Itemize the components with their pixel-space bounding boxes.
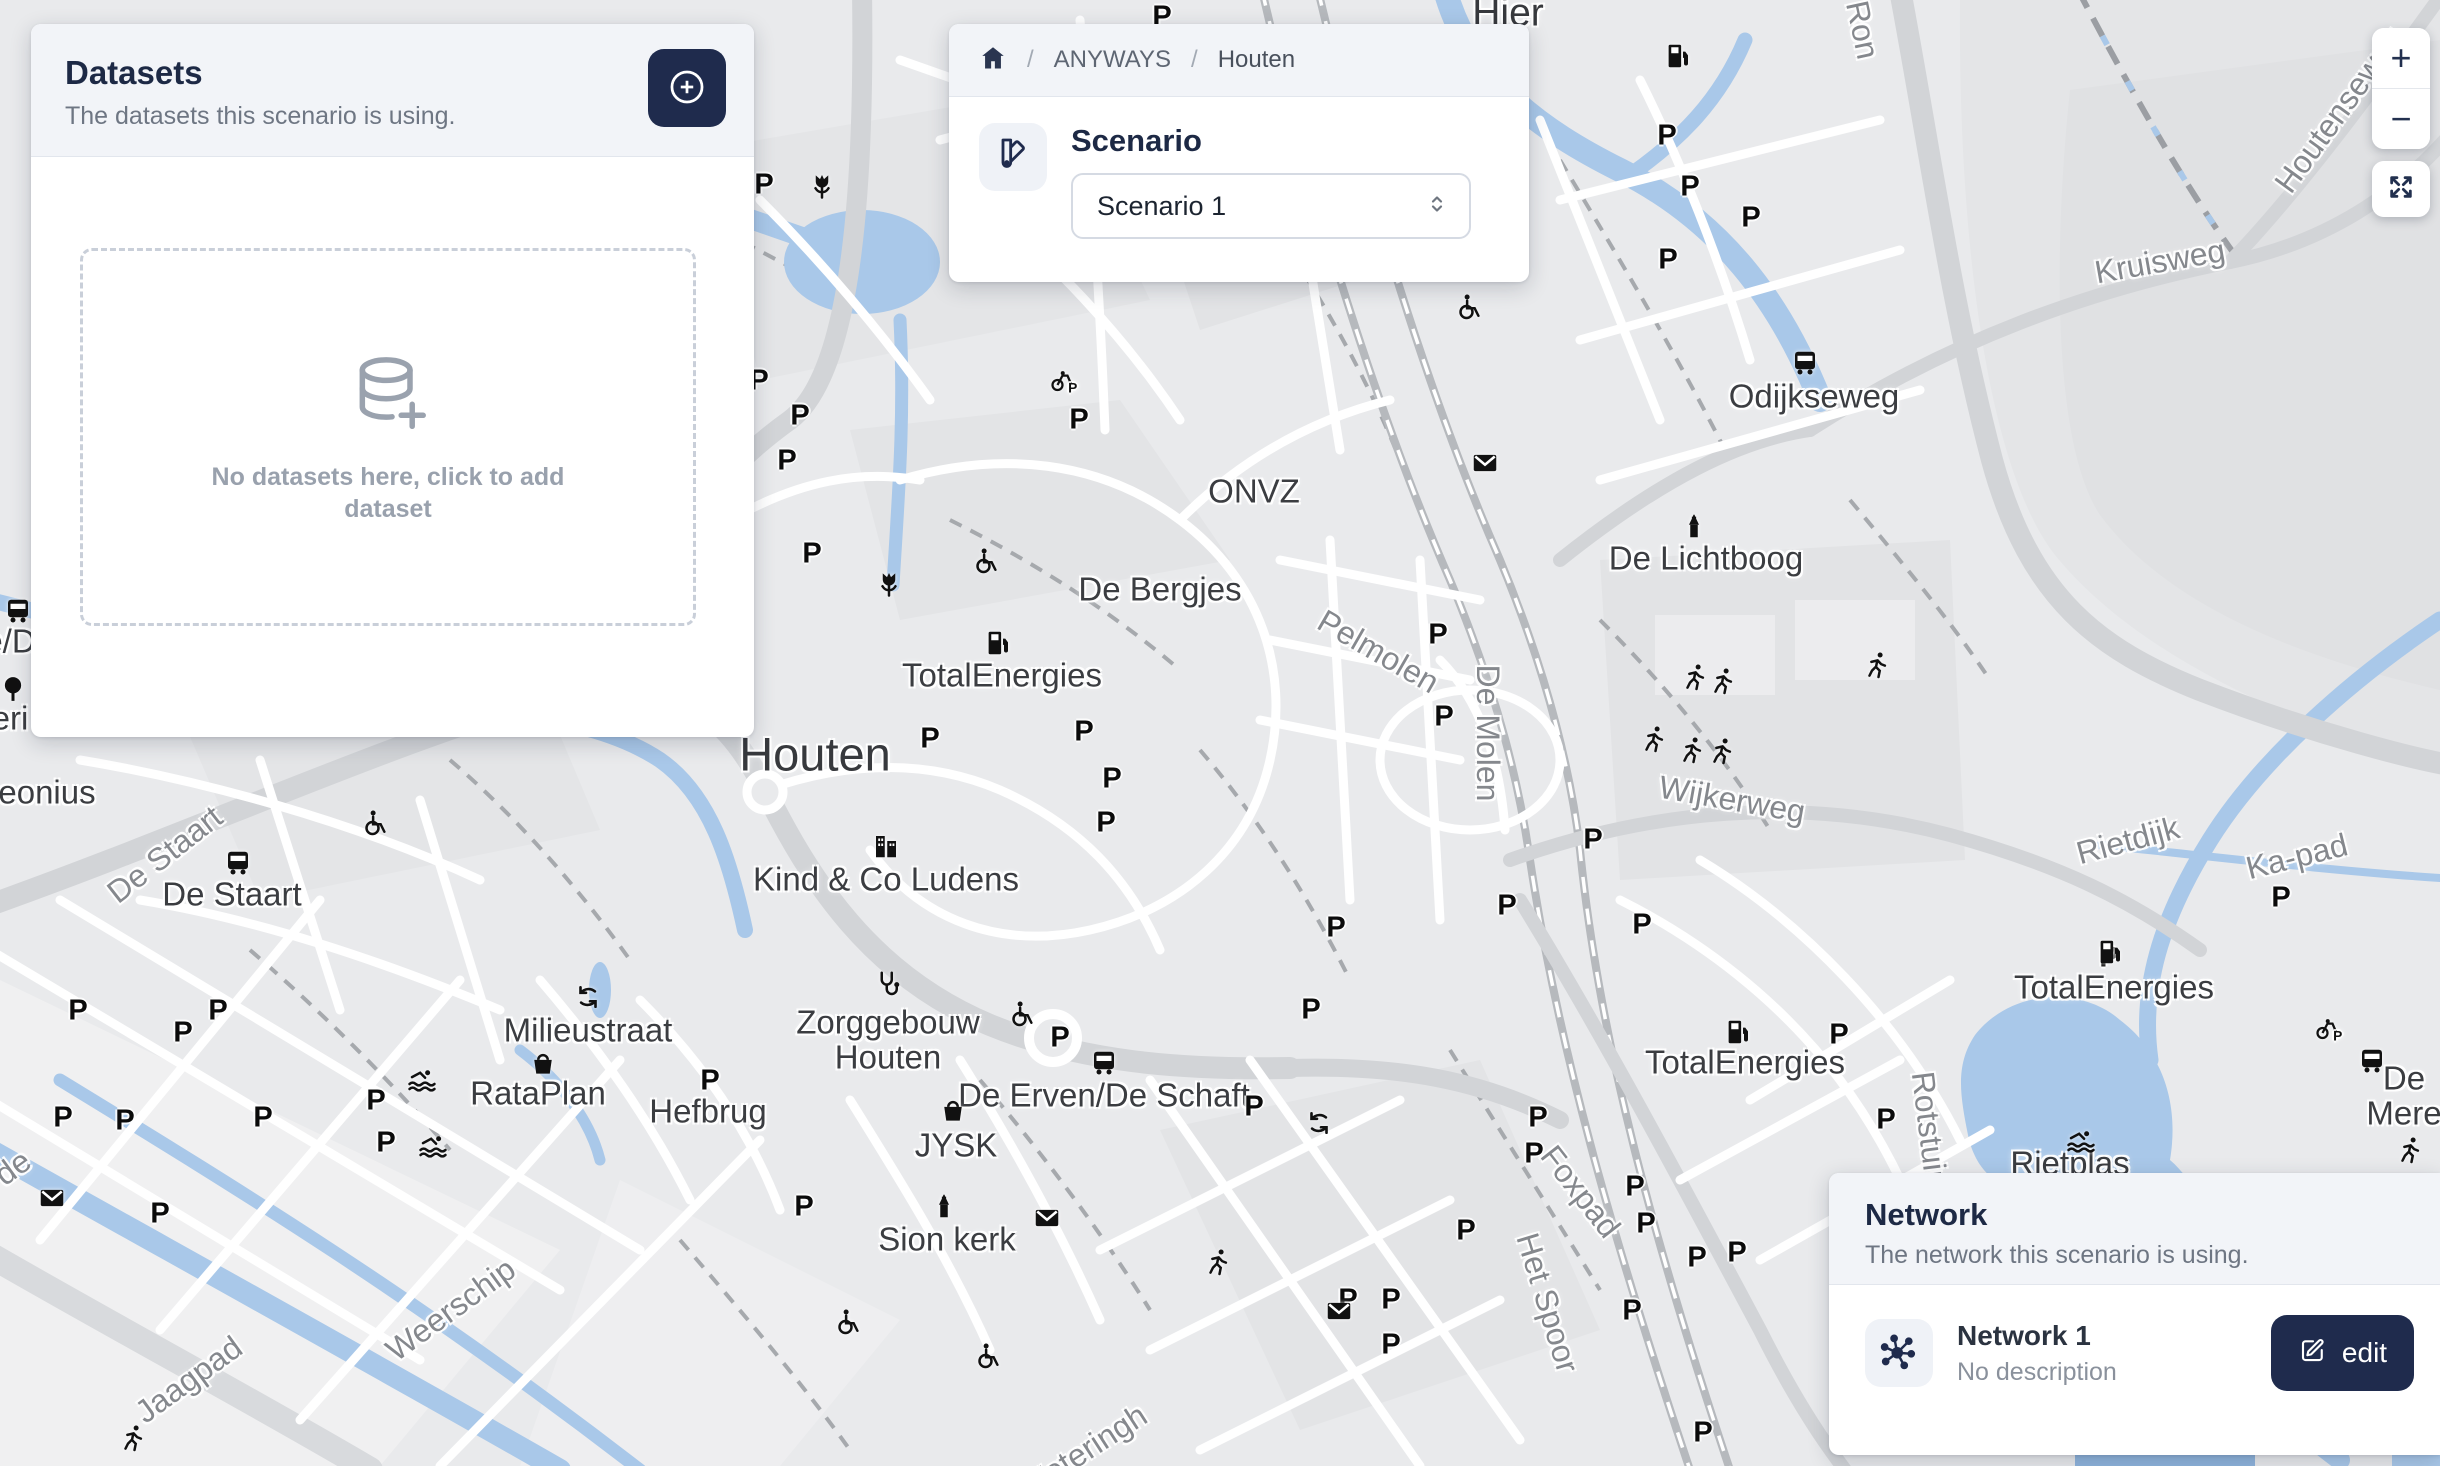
scenario-panel: / ANYWAYS / Houten Scenario Scenario 1 [949,24,1529,282]
datasets-panel: Datasets The datasets this scenario is u… [31,24,754,737]
database-plus-icon [344,350,432,443]
fullscreen-control-group [2372,161,2430,217]
scenario-panel-body: Scenario Scenario 1 [949,97,1529,265]
add-dataset-button[interactable] [648,49,726,127]
zoom-control-group: + − [2372,28,2430,149]
scenario-icon-box [979,123,1047,191]
network-item-name: Network 1 [1957,1320,2117,1352]
network-title: Network [1865,1197,2404,1233]
fullscreen-button[interactable] [2372,161,2430,217]
breadcrumb-separator: / [1191,46,1198,74]
network-graph-icon [1878,1330,1920,1377]
circle-plus-icon [665,65,709,112]
network-panel-body: Network 1 No description edit [1829,1285,2440,1391]
network-panel: Network The network this scenario is usi… [1829,1173,2440,1455]
breadcrumb-separator: / [1027,46,1034,74]
network-icon-box [1865,1319,1933,1387]
dataset-dropzone[interactable]: No datasets here, click to add dataset [80,248,696,626]
network-item: Network 1 No description [1957,1320,2117,1387]
zoom-in-button[interactable]: + [2372,28,2430,88]
datasets-panel-header: Datasets The datasets this scenario is u… [31,24,754,157]
zoom-out-button[interactable]: − [2372,89,2430,149]
datasets-subtitle: The datasets this scenario is using. [65,102,720,131]
map-viewport: HoutenHierONVZDe BergjesTotalEnergiesKin… [0,0,2440,1466]
scenario-select[interactable]: Scenario 1 [1071,173,1471,239]
scenario-select-value: Scenario 1 [1097,191,1226,222]
scenario-title: Scenario [1071,123,1499,159]
color-swatch-icon [993,135,1033,180]
edit-pencil-icon [2298,1335,2328,1372]
network-subtitle: The network this scenario is using. [1865,1241,2404,1270]
datasets-title: Datasets [65,54,720,92]
fullscreen-expand-icon [2387,171,2415,207]
chevron-up-down-icon [1425,192,1449,221]
scenario-content: Scenario Scenario 1 [1071,123,1499,239]
breadcrumb-item-anyways[interactable]: ANYWAYS [1054,46,1171,74]
network-item-description: No description [1957,1358,2117,1387]
map-controls: + − [2372,28,2430,217]
network-edit-button[interactable]: edit [2271,1315,2414,1391]
home-icon[interactable] [979,44,1007,77]
network-panel-header: Network The network this scenario is usi… [1829,1173,2440,1285]
breadcrumb: / ANYWAYS / Houten [949,24,1529,97]
datasets-empty-text: No datasets here, click to add dataset [198,461,578,525]
breadcrumb-item-houten[interactable]: Houten [1218,46,1295,74]
network-edit-label: edit [2342,1337,2387,1369]
